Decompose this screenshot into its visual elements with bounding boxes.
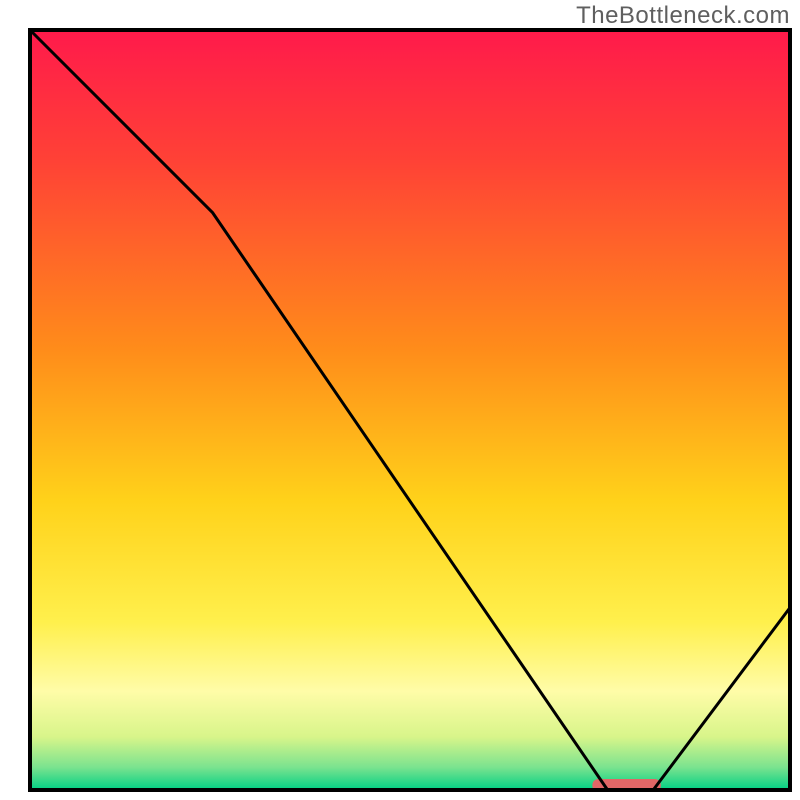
chart-container: TheBottleneck.com [0, 0, 800, 800]
watermark-text: TheBottleneck.com [576, 2, 790, 30]
bottleneck-chart [0, 0, 800, 800]
